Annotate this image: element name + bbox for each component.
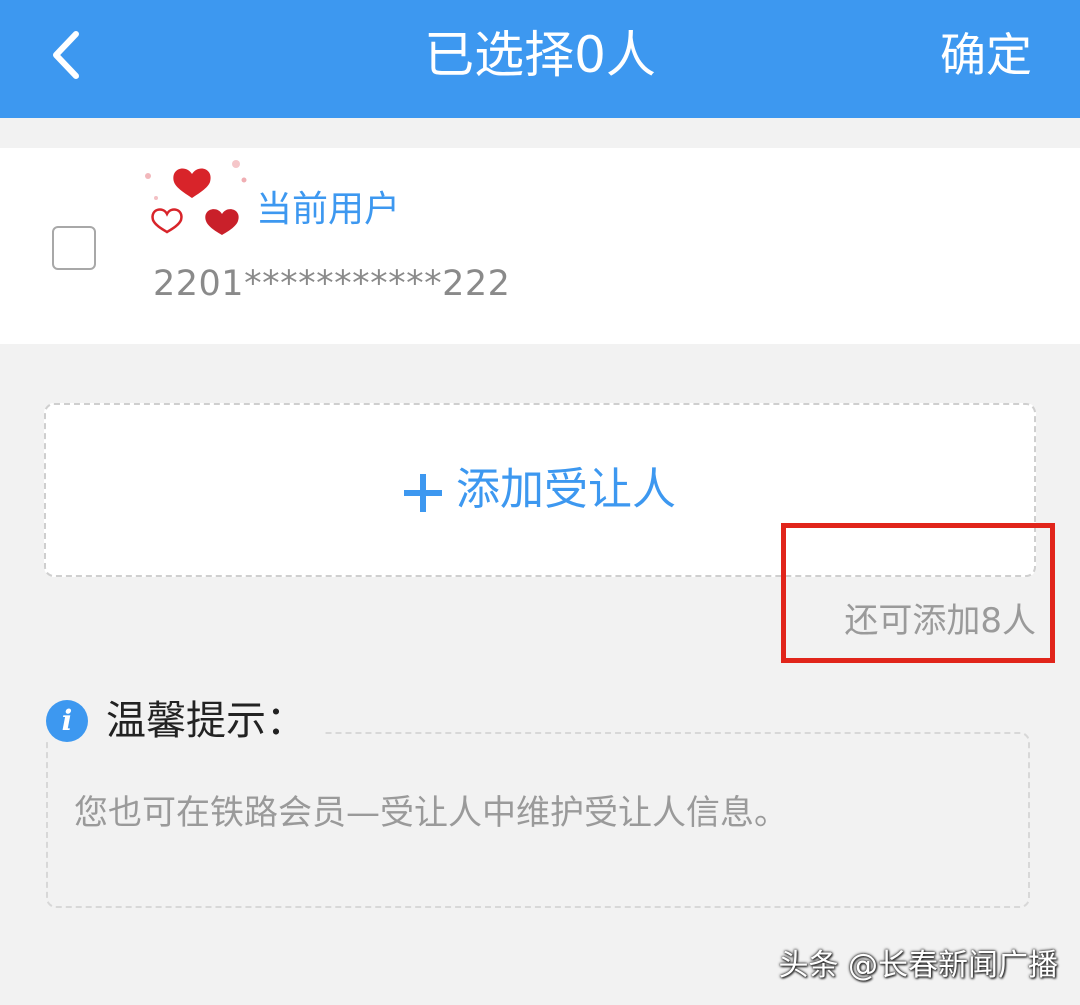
top-bar: 已选择0人 确定 bbox=[0, 0, 1080, 118]
id-number: 2201***********222 bbox=[153, 264, 511, 304]
hearts-sticker-icon bbox=[145, 160, 247, 235]
add-passenger-label: 添加受让人 bbox=[456, 464, 676, 515]
current-user-row[interactable]: 当前用户 2201***********222 bbox=[0, 148, 1080, 344]
remaining-count: 还可添加8人 bbox=[844, 601, 1036, 641]
plus-icon bbox=[404, 474, 442, 512]
tip-title: 温馨提示： bbox=[106, 698, 306, 744]
tip-text: 您也可在铁路会员—受让人中维护受让人信息。 bbox=[74, 793, 788, 833]
confirm-button[interactable]: 确定 bbox=[940, 22, 1032, 88]
watermark: 头条 @长春新闻广播 bbox=[778, 948, 1058, 983]
info-icon: i bbox=[46, 700, 88, 742]
select-checkbox[interactable] bbox=[52, 226, 96, 270]
page-title: 已选择0人 bbox=[424, 26, 656, 84]
current-user-label: 当前用户 bbox=[256, 189, 401, 230]
